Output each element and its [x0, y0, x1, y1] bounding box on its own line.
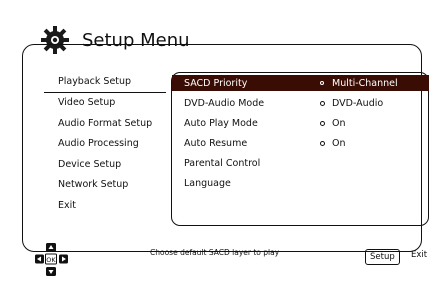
settings-panel: SACD Priority Multi-Channel DVD-Audio Mo…: [171, 72, 429, 226]
sidebar-item-video-setup[interactable]: Video Setup: [44, 93, 166, 114]
setting-value: On: [332, 137, 346, 149]
setting-label: SACD Priority: [184, 77, 248, 89]
help-hint-text: Choose default SACD layer to play: [150, 248, 280, 257]
sidebar-item-audio-format-setup[interactable]: Audio Format Setup: [44, 113, 166, 134]
setting-row-parental-control[interactable]: Parental Control: [172, 155, 429, 171]
setting-label: DVD-Audio Mode: [184, 97, 265, 109]
setting-label: Auto Resume: [184, 137, 248, 149]
exit-label: Exit: [411, 250, 428, 260]
setting-row-sacd-priority[interactable]: SACD Priority Multi-Channel: [172, 75, 429, 91]
setting-row-auto-resume[interactable]: Auto Resume On: [172, 135, 429, 151]
setting-value: On: [332, 117, 346, 129]
setting-value: DVD-Audio: [332, 97, 384, 109]
setting-value: Multi-Channel: [332, 77, 398, 89]
setting-row-dvd-audio-mode[interactable]: DVD-Audio Mode DVD-Audio: [172, 95, 429, 111]
sidebar-item-device-setup[interactable]: Device Setup: [44, 154, 166, 175]
setup-button[interactable]: Setup: [365, 249, 400, 265]
sidebar-item-audio-processing[interactable]: Audio Processing: [44, 134, 166, 155]
setting-row-language[interactable]: Language: [172, 175, 429, 191]
sidebar-item-exit[interactable]: Exit: [44, 195, 166, 216]
sidebar-item-network-setup[interactable]: Network Setup: [44, 175, 166, 196]
setting-row-auto-play-mode[interactable]: Auto Play Mode On: [172, 115, 429, 131]
dpad-ok-icon: OK: [35, 243, 68, 276]
setting-label: Parental Control: [184, 157, 261, 169]
setting-label: Language: [184, 177, 231, 189]
option-bullet-icon: [320, 81, 324, 85]
sidebar-item-playback-setup[interactable]: Playback Setup: [44, 72, 166, 93]
sidebar-menu: Playback Setup Video Setup Audio Format …: [44, 72, 166, 216]
setting-label: Auto Play Mode: [184, 117, 258, 129]
option-bullet-icon: [320, 140, 325, 146]
option-bullet-icon: [320, 120, 325, 126]
setup-button-label: Setup: [370, 252, 395, 262]
option-bullet-icon: [320, 100, 325, 106]
ok-label: OK: [46, 256, 56, 264]
